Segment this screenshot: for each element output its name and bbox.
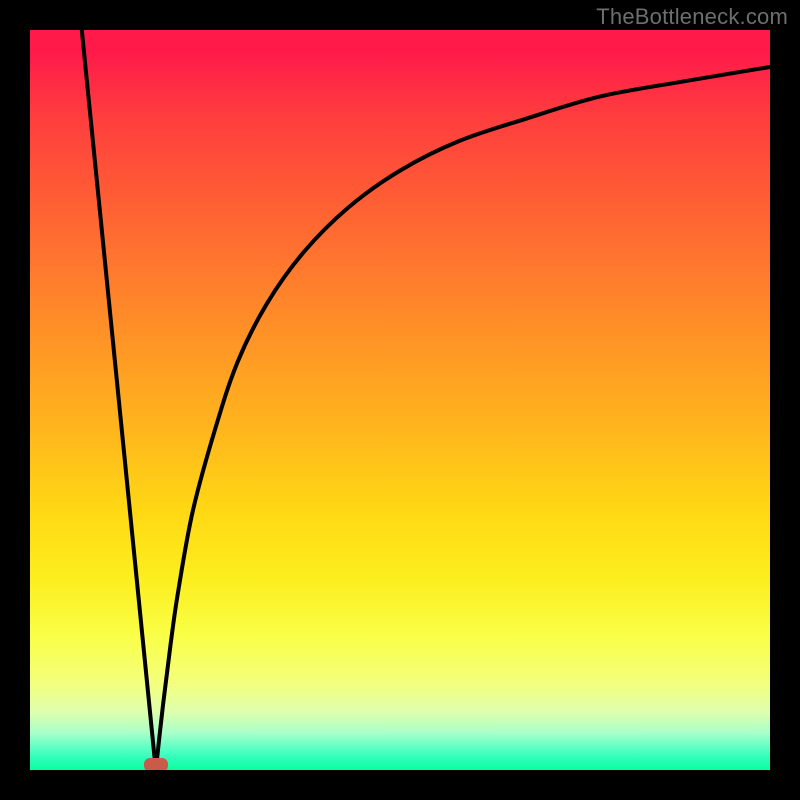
chart-frame: TheBottleneck.com [0, 0, 800, 800]
minimum-marker [144, 758, 168, 770]
plot-area [30, 30, 770, 770]
bottleneck-curve [30, 30, 770, 770]
watermark-text: TheBottleneck.com [596, 4, 788, 30]
